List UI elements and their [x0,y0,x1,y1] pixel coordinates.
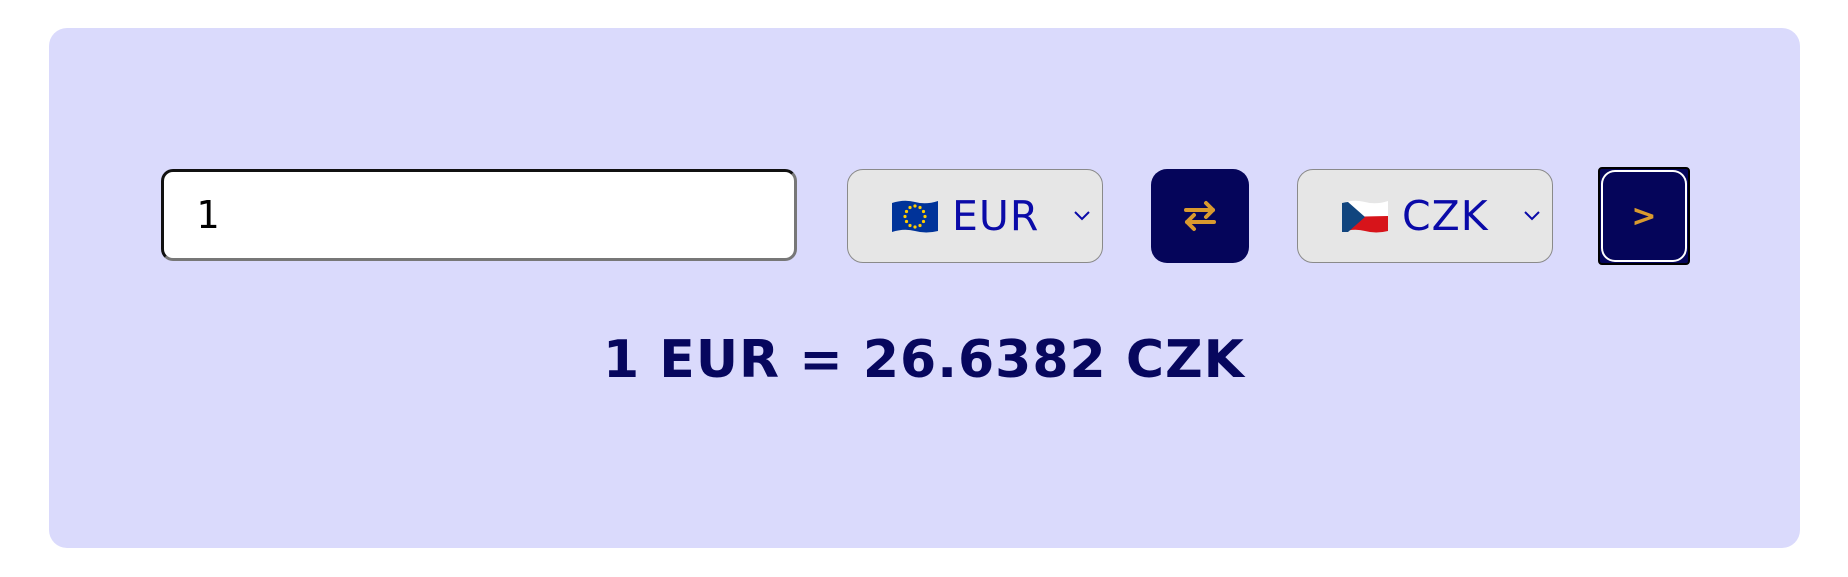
to-currency-code: CZK [1402,192,1489,240]
convert-button[interactable]: > [1598,167,1690,265]
swap-arrows-icon [1184,201,1216,231]
chevron-down-icon [1524,211,1540,221]
amount-input[interactable] [161,169,797,261]
to-currency-select[interactable]: CZK [1297,169,1553,263]
convert-button-face: > [1601,170,1687,262]
from-currency-select[interactable]: EUR [847,169,1103,263]
eu-flag-icon [892,200,938,233]
swap-currencies-button[interactable] [1151,169,1249,263]
cz-flag-icon [1342,200,1388,233]
convert-button-label: > [1631,198,1657,234]
conversion-result: 1 EUR = 26.6382 CZK [603,330,1245,390]
from-currency-code: EUR [952,192,1040,240]
converter-card [49,28,1800,548]
chevron-down-icon [1074,211,1090,221]
